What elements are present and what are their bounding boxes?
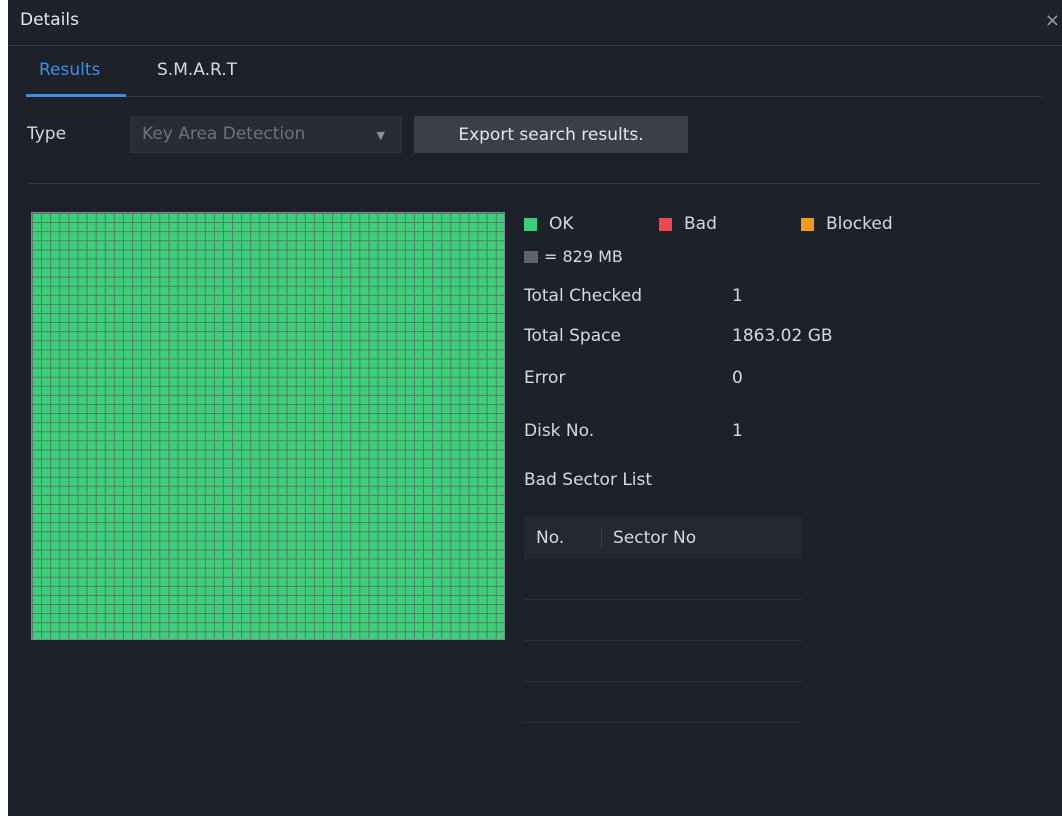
- table-row: [524, 600, 802, 641]
- tab-bar: Results S.M.A.R.T: [26, 48, 1042, 97]
- legend-ok: OK: [524, 214, 574, 234]
- disk-block-map: [31, 212, 505, 640]
- tab-smart[interactable]: S.M.A.R.T: [157, 60, 237, 80]
- table-row: [524, 559, 802, 600]
- column-header-sector-no: Sector No: [613, 528, 697, 548]
- error-value: 0: [732, 368, 743, 388]
- bad-sector-table: No. Sector No: [524, 517, 802, 723]
- table-header: No. Sector No: [524, 517, 802, 559]
- title-bar: Details ×: [8, 0, 1062, 46]
- legend-unit-label: = 829 MB: [544, 247, 623, 266]
- bad-sector-list-title: Bad Sector List: [524, 470, 653, 490]
- ok-swatch-icon: [524, 217, 537, 231]
- legend-bad: Bad: [659, 214, 717, 234]
- legend-bad-label: Bad: [684, 214, 717, 234]
- close-icon[interactable]: ×: [1045, 10, 1060, 31]
- type-dropdown-value: Key Area Detection: [142, 124, 306, 144]
- legend-blocked-label: Blocked: [826, 214, 893, 234]
- disk-no-label: Disk No.: [524, 421, 595, 441]
- legend-blocked: Blocked: [801, 214, 893, 234]
- disk-no-value: 1: [732, 421, 743, 441]
- details-dialog: Details × Results S.M.A.R.T Type Key Are…: [8, 0, 1062, 816]
- type-dropdown[interactable]: Key Area Detection ▼: [130, 116, 402, 153]
- active-tab-indicator: [26, 94, 126, 97]
- table-row: [524, 641, 802, 682]
- divider: [28, 183, 1040, 184]
- dialog-title: Details: [20, 10, 79, 30]
- legend-unit: = 829 MB: [524, 247, 623, 266]
- total-space-value: 1863.02 GB: [732, 326, 833, 346]
- total-checked-label: Total Checked: [524, 286, 643, 306]
- column-separator: [601, 527, 602, 549]
- bad-swatch-icon: [659, 217, 672, 231]
- type-label: Type: [27, 124, 67, 144]
- table-row: [524, 682, 802, 723]
- chevron-down-icon: ▼: [376, 129, 385, 142]
- export-search-results-button[interactable]: Export search results.: [414, 116, 688, 153]
- column-header-no: No.: [536, 528, 565, 548]
- total-space-label: Total Space: [524, 326, 621, 346]
- error-label: Error: [524, 368, 566, 388]
- unit-swatch-icon: [524, 250, 538, 263]
- tab-results[interactable]: Results: [39, 60, 100, 80]
- total-checked-value: 1: [732, 286, 743, 306]
- legend-ok-label: OK: [549, 214, 574, 234]
- blocked-swatch-icon: [801, 217, 814, 231]
